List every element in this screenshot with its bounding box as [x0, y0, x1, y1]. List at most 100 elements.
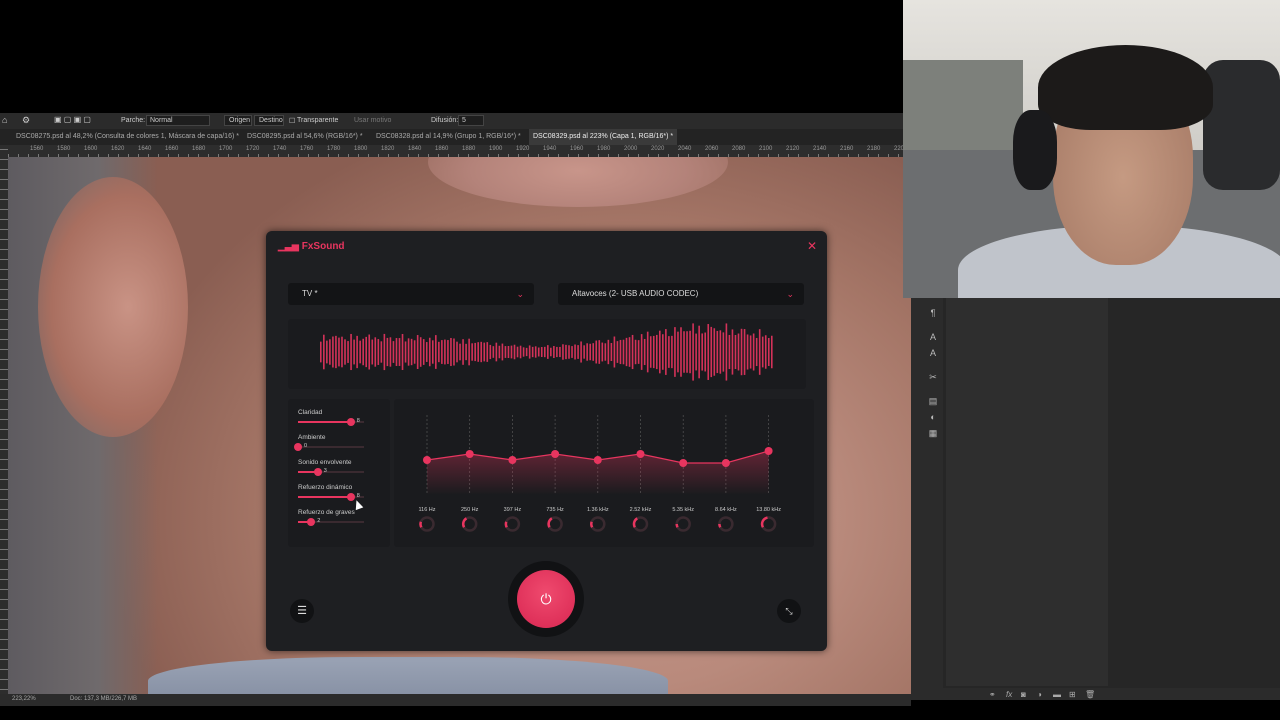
ruler-tick-label: 1980 — [597, 146, 611, 152]
ruler-tick-label: 1880 — [462, 146, 476, 152]
eq-band-knob[interactable] — [632, 517, 639, 528]
waveform-bar — [401, 333, 404, 371]
waveform-bar — [359, 340, 361, 364]
output-device-select[interactable]: Altavoces (2- USB AUDIO CODEC) ⌄ — [558, 283, 804, 305]
eq-band-knob[interactable] — [504, 521, 508, 528]
ruler-tick-label: 2080 — [732, 146, 746, 152]
trash-icon[interactable]: 🗑 — [1085, 690, 1095, 699]
eq-band-knob[interactable] — [419, 521, 423, 528]
home-icon[interactable]: ⌂ — [2, 115, 7, 125]
waveform-bar — [689, 330, 691, 374]
chevron-down-icon: ⌄ — [516, 289, 524, 299]
source-button[interactable]: Origen — [224, 115, 252, 126]
ruler-tick-label: 2160 — [840, 146, 854, 152]
effect-slider-row: Refuerzo de graves 2 — [298, 509, 378, 526]
eq-band-knob-track — [419, 516, 435, 532]
close-icon[interactable]: ✕ — [807, 239, 817, 253]
eq-band-knob[interactable] — [760, 516, 768, 528]
equalizer-graph[interactable]: 116 Hz 250 Hz 397 Hz 735 Hz 1.36 kHz 2.52 kHz… — [394, 399, 814, 547]
eq-band-frequency: 5.35 kHz — [672, 507, 694, 513]
waveform-bar — [537, 347, 540, 357]
effect-slider-thumb[interactable] — [346, 418, 355, 426]
preset-select[interactable]: TV * ⌄ — [288, 283, 534, 305]
mode-select[interactable]: Normal — [146, 115, 210, 126]
effect-slider-thumb[interactable] — [313, 468, 322, 476]
link-layers-icon[interactable]: ⚭ — [989, 690, 996, 699]
photo-shirt — [148, 657, 668, 694]
power-button[interactable]: ⏻ — [517, 570, 575, 628]
ruler-tick-label: 1680 — [192, 146, 206, 152]
diffusion-select[interactable]: 5 — [458, 115, 484, 126]
eq-band-handle[interactable] — [721, 459, 730, 467]
group-folder-icon[interactable]: ▬ — [1053, 690, 1061, 699]
tab-document-3[interactable]: DSC08328.psd al 14,9% (Grupo 1, RGB/16*)… — [376, 133, 521, 140]
eq-band-handle[interactable] — [465, 450, 474, 458]
transparent-checkbox[interactable]: ☐ — [289, 117, 295, 125]
tab-document-2[interactable]: DSC08295.psd al 54,6% (RGB/16*) * — [247, 133, 363, 140]
eq-band-knob[interactable] — [718, 523, 722, 528]
effect-slider-track[interactable] — [298, 446, 364, 448]
character-styles-icon[interactable]: A — [928, 332, 938, 342]
tools-icon[interactable]: ✂ — [928, 372, 938, 382]
waveform-bar — [565, 344, 567, 360]
waveform-bar — [734, 334, 737, 370]
eq-band-knob[interactable] — [590, 521, 594, 528]
adjustments-icon[interactable]: ◐ — [928, 412, 938, 422]
effect-slider-thumb[interactable] — [346, 493, 355, 501]
waveform-bar — [677, 331, 679, 373]
new-layer-icon[interactable]: ⊞ — [1069, 690, 1076, 699]
waveform-bar — [465, 343, 467, 361]
waveform-bar — [719, 330, 722, 374]
tab-document-1[interactable]: DSC08275.psd al 48,2% (Consulta de color… — [16, 133, 239, 140]
menu-button[interactable]: ☰ — [290, 599, 314, 623]
eq-band-handle[interactable] — [508, 456, 517, 464]
eq-band-handle[interactable] — [764, 447, 773, 455]
paragraph-icon[interactable]: ¶ — [928, 308, 938, 318]
waveform-bar — [607, 339, 610, 365]
waveform-bar — [507, 346, 510, 358]
waveform-visualizer — [320, 323, 773, 381]
eq-band-handle[interactable] — [679, 459, 688, 467]
waveform-bar — [444, 339, 446, 365]
eq-band-handle[interactable] — [636, 450, 645, 458]
waveform-bar — [740, 328, 743, 376]
horizontal-ruler: 1560 1580 1600 1620 1640 1660 1680 1700 1720 1740… — [8, 145, 907, 157]
eq-band-knob[interactable] — [461, 517, 468, 528]
eq-band-handle[interactable] — [593, 456, 602, 464]
waveform-bar — [504, 346, 507, 358]
eq-band-knob[interactable] — [547, 517, 553, 528]
waveform-bar — [335, 335, 337, 369]
effect-slider-thumb[interactable] — [307, 518, 316, 526]
eq-band-handle[interactable] — [551, 450, 560, 458]
ruler-tick-label: 1780 — [327, 146, 341, 152]
effect-slider-thumb[interactable] — [294, 443, 302, 451]
waveform-bar — [450, 337, 452, 367]
waveform-bar — [613, 336, 616, 368]
eq-band-handle[interactable] — [423, 456, 431, 464]
fx-icon[interactable]: fx — [1006, 690, 1012, 699]
waveform-bar — [668, 336, 670, 368]
tab-document-4-active[interactable]: DSC08329.psd al 223% (Capa 1, RGB/16*) * — [529, 129, 678, 145]
effect-slider-row: Claridad 8 — [298, 409, 378, 426]
shrink-button[interactable]: ⤡ — [777, 599, 801, 623]
paragraph-styles-icon[interactable]: A — [928, 348, 938, 358]
waveform-bar — [586, 343, 588, 361]
patch-tool-icon[interactable]: ⚙ — [22, 115, 30, 126]
effect-slider-row: Refuerzo dinámico 8 — [298, 484, 378, 501]
layers-icon[interactable]: ▤ — [928, 396, 938, 406]
waveform-bar — [634, 339, 637, 365]
waveform-bar — [652, 335, 655, 369]
selection-mode-icons[interactable]: ▣ ▢ ▣ ▢ — [54, 115, 91, 124]
use-pattern-button[interactable]: Usar motivo — [354, 117, 391, 124]
waveform-bar — [447, 340, 449, 364]
ruler-tick-label: 1620 — [111, 146, 125, 152]
waveform-bar — [407, 338, 410, 366]
layers-panel-list — [946, 298, 1108, 686]
eq-band-knob[interactable] — [675, 523, 679, 528]
add-mask-icon[interactable]: ◙ — [1021, 690, 1026, 699]
destination-button[interactable]: Destino — [254, 115, 284, 126]
waveform-bar — [704, 332, 707, 372]
adjustment-layer-icon[interactable]: ◑ — [1037, 690, 1042, 699]
properties-icon[interactable]: ▦ — [928, 428, 938, 438]
photo-nose — [428, 157, 728, 207]
